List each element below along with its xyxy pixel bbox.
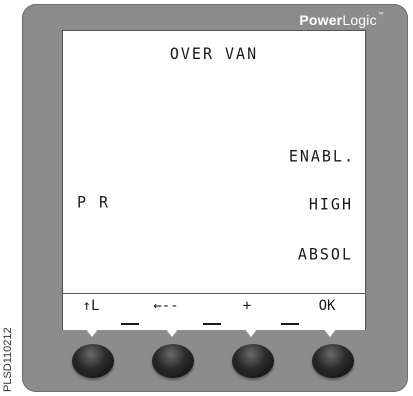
increment-button[interactable] bbox=[232, 344, 274, 378]
up-level-button[interactable] bbox=[72, 344, 114, 378]
softkey-pointer bbox=[244, 328, 258, 337]
softkey-bar: ↑L ←-- + OK bbox=[62, 294, 366, 337]
ok-button[interactable] bbox=[312, 344, 354, 378]
parameter-label: P R bbox=[77, 192, 111, 212]
back-button[interactable] bbox=[152, 344, 194, 378]
softkey-divider bbox=[203, 323, 221, 325]
document-id: PLSD110212 bbox=[2, 327, 14, 392]
softkey-divider bbox=[121, 323, 139, 325]
up-level-icon: ↑L bbox=[82, 298, 100, 314]
left-arrow-icon: ←-- bbox=[153, 298, 179, 314]
powerlogic-logo: PowerLogic™ bbox=[299, 12, 384, 28]
softkey-pointer bbox=[85, 328, 99, 337]
screen-title: OVER VAN bbox=[169, 44, 259, 64]
softkey-pointer bbox=[323, 328, 337, 337]
softkey-divider bbox=[281, 323, 299, 325]
ok-icon: OK bbox=[318, 298, 336, 314]
setting-value-pickup: HIGH bbox=[308, 194, 353, 214]
plus-icon: + bbox=[242, 298, 252, 314]
softkey-pointer bbox=[165, 328, 179, 337]
lcd-screen: OVER VAN ENABL. P R HIGH ABSOL bbox=[62, 30, 366, 294]
setting-value-enable: ENABL. bbox=[288, 146, 355, 166]
setting-value-mode: ABSOL bbox=[297, 244, 353, 264]
